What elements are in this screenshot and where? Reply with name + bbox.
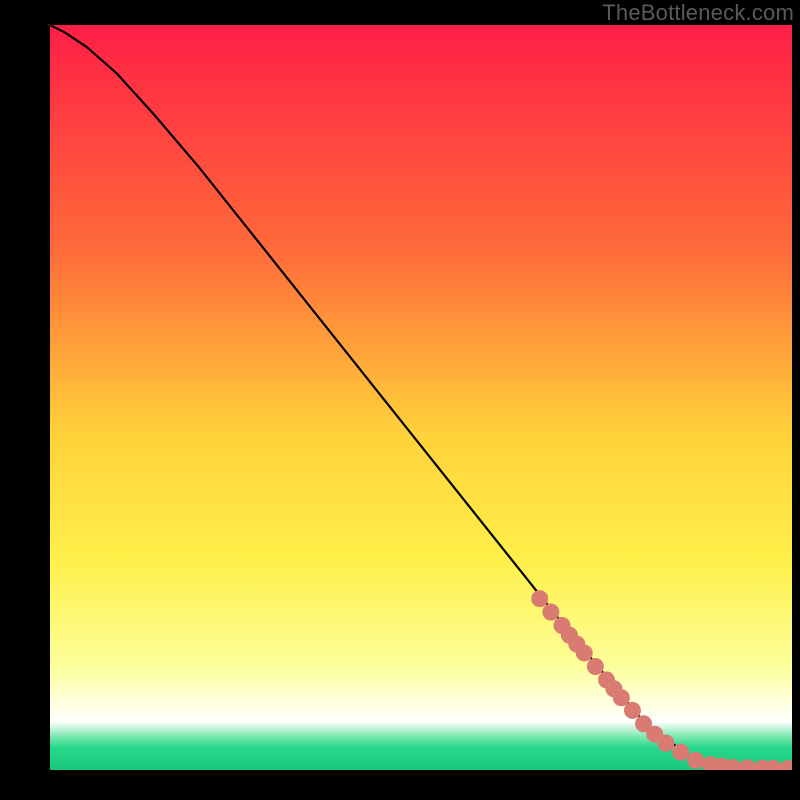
plot-background [50,25,792,770]
data-marker [624,702,640,718]
data-marker [587,658,603,674]
chart-plot [50,25,792,770]
watermark-text: TheBottleneck.com [602,0,794,26]
data-marker [532,591,548,607]
data-marker [543,604,559,620]
data-marker [613,690,629,706]
data-marker [688,752,704,768]
chart-stage: TheBottleneck.com [0,0,800,800]
data-marker [673,744,689,760]
data-marker [658,735,674,751]
data-marker [576,645,592,661]
